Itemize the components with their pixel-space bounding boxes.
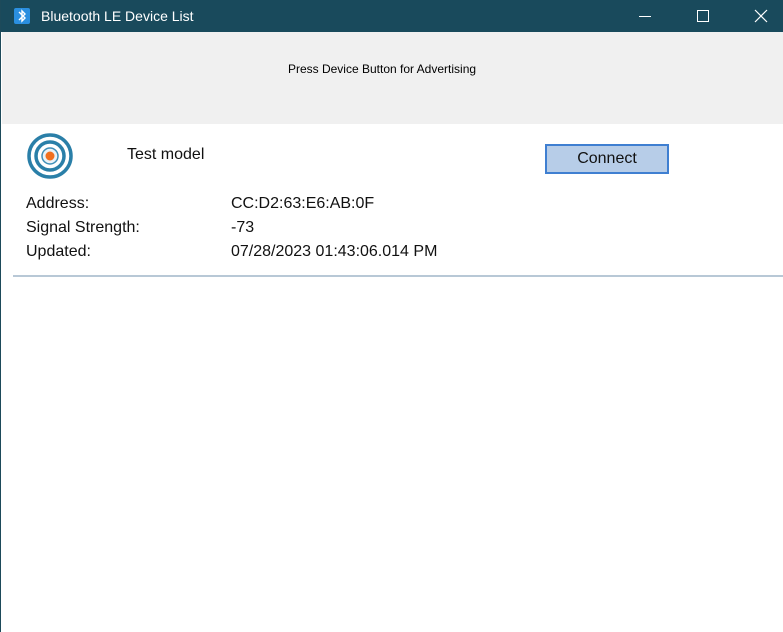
- close-button[interactable]: [738, 0, 783, 32]
- header-panel: Press Device Button for Advertising: [2, 32, 783, 124]
- minimize-button[interactable]: [622, 0, 668, 32]
- connect-button[interactable]: Connect: [545, 144, 669, 174]
- address-label: Address:: [26, 195, 90, 212]
- advertising-hint: Press Device Button for Advertising: [287, 62, 477, 76]
- bluetooth-app-icon: [14, 8, 30, 24]
- app-window: Bluetooth LE Device List Press Device Bu…: [0, 0, 783, 632]
- title-bar[interactable]: Bluetooth LE Device List: [1, 0, 783, 32]
- maximize-icon: [697, 10, 709, 22]
- updated-label: Updated:: [26, 243, 91, 260]
- device-name: Test model: [127, 146, 205, 163]
- minimize-icon: [639, 16, 651, 17]
- address-value: CC:D2:63:E6:AB:0F: [231, 195, 375, 212]
- device-divider: [13, 275, 783, 277]
- signal-strength-value: -73: [231, 219, 255, 236]
- maximize-button[interactable]: [680, 0, 726, 32]
- bluetooth-signal-icon: [26, 132, 74, 180]
- signal-strength-label: Signal Strength:: [26, 219, 140, 236]
- device-list-item[interactable]: Test model Connect Address: CC:D2:63:E6:…: [2, 124, 783, 276]
- close-icon: [754, 9, 768, 23]
- window-title: Bluetooth LE Device List: [41, 8, 194, 24]
- updated-value: 07/28/2023 01:43:06.014 PM: [231, 243, 438, 260]
